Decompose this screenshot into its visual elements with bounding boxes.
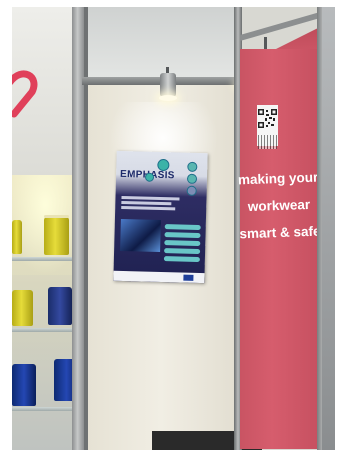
upper-glass-panel xyxy=(88,7,238,82)
blue-yarn-spool xyxy=(48,287,72,325)
yellow-yarn-spool xyxy=(44,217,69,255)
poster-logo-node xyxy=(158,159,169,171)
eu-flag-icon xyxy=(183,274,194,281)
right-booth-edge xyxy=(322,7,335,450)
poster-bullet-pill xyxy=(164,232,201,239)
poster-bullet-pill xyxy=(164,248,201,255)
top-frame-rail xyxy=(82,77,234,85)
poster-bullet-pill xyxy=(164,240,201,247)
spotlight-lamp-light xyxy=(159,95,177,101)
qr-code-sticker xyxy=(257,105,278,149)
banner-slogan: making your workwear smart & safe xyxy=(236,164,323,248)
poster-icon xyxy=(187,174,197,183)
photo-frame: EMPHASIS xyxy=(0,0,347,457)
spotlight-lamp xyxy=(160,73,176,97)
poster-bullet-pill xyxy=(164,224,201,231)
poster-graphic-image xyxy=(120,218,161,253)
banner-slogan-line: workwear xyxy=(247,196,311,215)
spool-top xyxy=(44,215,69,218)
heart-logo-graphic xyxy=(12,70,38,118)
banner-slogan-line: making your xyxy=(237,169,319,188)
yellow-yarn-spool xyxy=(12,290,33,326)
poster-bullet-pill xyxy=(163,256,200,263)
emphasis-poster: EMPHASIS xyxy=(113,150,208,284)
qr-code-icon xyxy=(258,109,277,128)
banner-slogan-line: smart & safe xyxy=(239,223,321,242)
red-banner xyxy=(240,49,320,449)
poster-body-text-block xyxy=(121,195,181,211)
poster-icon xyxy=(187,186,196,195)
poster-icon xyxy=(188,162,197,171)
blue-yarn-spool xyxy=(12,364,36,406)
yellow-yarn-spool xyxy=(12,220,22,254)
exhibition-booth-photo: EMPHASIS xyxy=(12,7,335,450)
